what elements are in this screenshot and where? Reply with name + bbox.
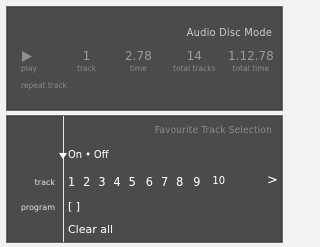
total-tracks-label: total tracks	[173, 64, 216, 73]
total-time-label: total time	[232, 64, 270, 73]
track-number-item[interactable]: 7	[161, 174, 168, 189]
panel-title: Audio Disc Mode	[186, 26, 272, 39]
program-row-label: program	[20, 203, 55, 212]
repeat-track-toggle[interactable]: repeat track	[21, 81, 67, 90]
panel-title: Favourite Track Selection	[154, 125, 272, 136]
time-stat: 2.78 time	[125, 49, 152, 74]
track-number-item[interactable]: 5	[129, 174, 136, 189]
track-row-label: track	[34, 178, 55, 187]
play-icon[interactable]	[21, 50, 33, 63]
track-number-item[interactable]: 4	[113, 174, 120, 189]
time-value: 2.78	[125, 49, 152, 63]
triangle-down-icon	[59, 153, 67, 159]
favourite-track-selection-panel: Favourite Track Selection On • Off track p…	[6, 115, 283, 243]
track-number-item[interactable]: 6	[146, 174, 153, 189]
total-time-value: 1.12.78	[228, 49, 274, 63]
track-number-item[interactable]: 1	[68, 174, 75, 189]
current-track-stat: 1 track	[77, 49, 97, 74]
current-track-label: track	[77, 64, 97, 73]
on-off-toggle[interactable]: On • Off	[68, 148, 109, 161]
play-label: play	[21, 64, 37, 73]
track-number-item[interactable]: 8	[176, 174, 183, 189]
track-number-item[interactable]: 10	[212, 174, 225, 189]
play-control[interactable]: play	[21, 50, 37, 73]
total-tracks-value: 14	[186, 49, 202, 63]
audio-disc-mode-panel: Audio Disc Mode play 1 track 2.78 time 1…	[6, 6, 283, 111]
current-track-value: 1	[82, 49, 91, 63]
track-number-list: 1 2 3 4 5 6 7 8 9 10	[68, 174, 225, 189]
clear-all-button[interactable]: Clear all	[68, 223, 113, 236]
track-number-item[interactable]: 3	[98, 174, 105, 189]
chevron-right-icon[interactable]: >	[267, 173, 278, 188]
toggle-separator: •	[85, 148, 91, 161]
total-time-stat: 1.12.78 total time	[228, 49, 274, 74]
toggle-off-option[interactable]: Off	[94, 148, 109, 161]
program-list: [ ]	[68, 200, 81, 213]
track-number-item[interactable]: 9	[193, 174, 200, 189]
toggle-on-option[interactable]: On	[68, 148, 82, 161]
total-tracks-stat: 14 total tracks	[173, 49, 216, 74]
vertical-divider	[63, 116, 64, 242]
track-number-item[interactable]: 2	[83, 174, 90, 189]
time-label: time	[129, 64, 147, 73]
